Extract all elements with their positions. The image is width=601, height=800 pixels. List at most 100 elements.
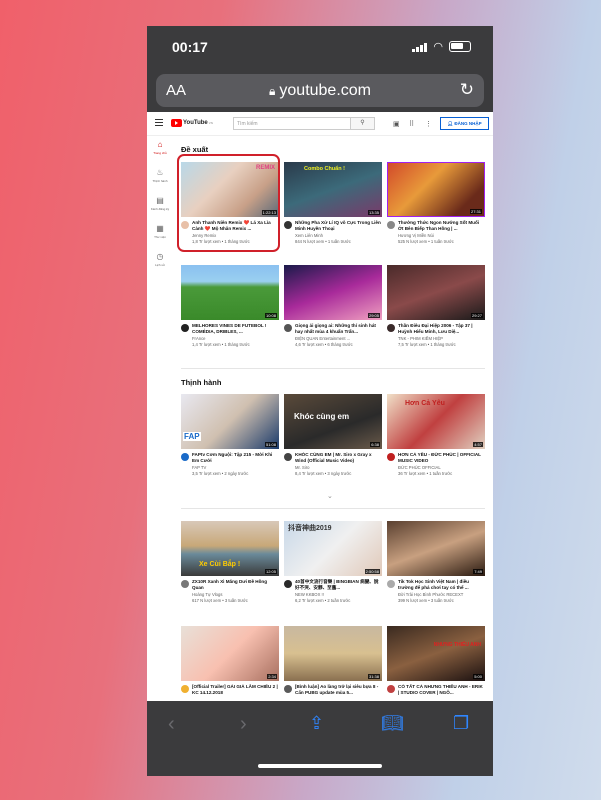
channel-avatar[interactable] — [387, 221, 395, 229]
back-icon[interactable]: ‹ — [168, 713, 175, 736]
video-title[interactable]: Tik Tok Học Sinh Việt Nam | điều trường … — [398, 579, 484, 591]
video-thumbnail[interactable]: NHƯNG THIẾU ANH 5:00 — [387, 626, 485, 681]
reload-icon[interactable]: ↻ — [460, 80, 474, 100]
video-duration: 29:05 — [367, 313, 380, 318]
sidebar-item-trending[interactable]: ♨ Thịnh hành — [147, 168, 173, 194]
channel-name[interactable]: ĐIỆN QUAN Entertainment ... — [295, 336, 381, 341]
url-display[interactable]: 🔒︎ youtube.com — [156, 82, 484, 100]
video-title[interactable]: CÓ TẤT CẢ NHƯNG THIẾU ANH - ERIK | STUDI… — [398, 684, 484, 696]
video-title[interactable]: 40首中文流行音樂 | BINGBIAN 病變、說好不哭、安靜、至舊... — [295, 579, 381, 591]
sidebar-item-home[interactable]: ⌂ Trang chủ — [147, 140, 173, 166]
video-duration: 7:49 — [473, 569, 483, 574]
search-button[interactable]: ⚲ — [351, 117, 375, 130]
channel-avatar[interactable] — [387, 685, 395, 693]
video-card[interactable]: Khóc cùng em 6:38 KHÓC CÙNG EM | Mr. Sir… — [284, 394, 382, 485]
sidebar-item-history[interactable]: ◷ Lịch sử — [147, 252, 173, 278]
channel-avatar[interactable] — [181, 580, 189, 588]
expand-chevron-icon[interactable]: ⌄ — [327, 492, 333, 500]
channel-avatar[interactable] — [387, 453, 395, 461]
video-duration: 10:08 — [264, 313, 277, 318]
video-card[interactable]: FAP 51:08 FAPtv Cơm Nguội: Tập 215 - Mời… — [181, 394, 279, 485]
channel-avatar[interactable] — [181, 453, 189, 461]
video-card[interactable]: 10:08 MELHORES VINES DE FUTEBOL ! COMÉDI… — [181, 265, 279, 356]
tabs-icon[interactable]: ❐ — [453, 713, 469, 734]
video-thumbnail[interactable]: Khóc cùng em 6:38 — [284, 394, 382, 449]
video-title[interactable]: FAPtv Cơm Nguội: Tập 215 - Mời Khi Em Cư… — [192, 452, 278, 464]
sidebar-item-subscriptions[interactable]: ▤ Kênh đăng ký — [147, 196, 173, 222]
video-title[interactable]: HƠN CẢ YÊU - ĐỨC PHÚC | OFFICIAL MUSIC V… — [398, 452, 484, 464]
video-thumbnail[interactable]: 抖音神曲2019 2:50:58 — [284, 521, 382, 576]
channel-name[interactable]: TNK - PHIM KIẾM HIỆP — [398, 336, 484, 341]
section-divider — [181, 508, 485, 509]
bookmarks-icon[interactable]: 📖︎ — [381, 713, 404, 734]
video-thumbnail[interactable]: 10:08 — [181, 265, 279, 320]
video-stats: 617 N lượt xem • 3 tuần trước — [192, 598, 248, 603]
youtube-logo[interactable]: YouTube VN — [171, 119, 213, 127]
video-thumbnail[interactable]: FAP 51:08 — [181, 394, 279, 449]
thumbnail-text: Hơn Cả Yêu — [405, 400, 445, 407]
share-icon[interactable]: ⇪ — [309, 713, 324, 734]
video-card[interactable]: Combo Chuẩn ! 13:35 Những Pha Xử Lí IQ v… — [284, 162, 382, 253]
video-thumbnail[interactable]: Xe Cùi Bắp ! 12:05 — [181, 521, 279, 576]
channel-name[interactable]: ĐỨC PHÚC OFFICIAL — [398, 465, 484, 470]
channel-avatar[interactable] — [284, 580, 292, 588]
video-title[interactable]: Thần Điêu Đại Hiệp 2006 - Tập 37 | Huỳnh… — [398, 323, 484, 335]
channel-name[interactable]: FAP TV — [192, 465, 278, 470]
channel-avatar[interactable] — [181, 685, 189, 693]
video-card[interactable]: 7:49 Tik Tok Học Sinh Việt Nam | điều tr… — [387, 521, 485, 612]
channel-name[interactable]: NEW KKBOX !! — [295, 592, 381, 597]
video-card[interactable]: Hơn Cả Yêu 4:57 HƠN CẢ YÊU - ĐỨC PHÚC | … — [387, 394, 485, 485]
video-thumbnail[interactable]: 27:31 — [387, 162, 485, 217]
video-title[interactable]: [Official Trailer] GÁI GIÀ LẮM CHIÊU 2 |… — [192, 684, 278, 696]
channel-avatar[interactable] — [181, 324, 189, 332]
channel-avatar[interactable] — [387, 580, 395, 588]
video-card[interactable]: 抖音神曲2019 2:50:58 40首中文流行音樂 | BINGBIAN 病變… — [284, 521, 382, 612]
home-indicator — [258, 764, 382, 768]
address-bar[interactable]: AA 🔒︎ youtube.com ↻ — [156, 74, 484, 107]
channel-name[interactable]: Đời Trải Học Bình Phước RECEXT — [398, 592, 484, 597]
channel-avatar[interactable] — [284, 453, 292, 461]
video-title[interactable]: ZX10R Xanh Xì Măng Dưi Đề Hồng Quan — [192, 579, 278, 591]
video-thumbnail[interactable]: 7:49 — [387, 521, 485, 576]
video-thumbnail[interactable]: 29:27 — [387, 265, 485, 320]
video-title[interactable]: KHÓC CÙNG EM | Mr. Siro x Gray x Wind (O… — [295, 452, 381, 464]
search-input[interactable]: Tìm kiếm — [233, 117, 351, 130]
video-thumbnail[interactable]: 31:38 — [284, 626, 382, 681]
channel-name[interactable]: Xem Liên Minh — [295, 233, 381, 238]
channel-name[interactable]: Mr. Siro — [295, 465, 381, 470]
video-thumbnail[interactable]: Hơn Cả Yêu 4:57 — [387, 394, 485, 449]
channel-avatar[interactable] — [387, 324, 395, 332]
video-meta: ZX10R Xanh Xì Măng Dưi Đề Hồng Quan Hoàn… — [181, 576, 279, 612]
video-stats: 36 Tr lượt xem • 1 tuần trước — [398, 471, 453, 476]
video-title[interactable]: [Bình luận] Ao làng trở lại siêu bựa 8 -… — [295, 684, 381, 696]
channel-name[interactable]: Hoàng Tự Vlogs — [192, 592, 278, 597]
apps-icon[interactable]: ⠿ — [409, 120, 414, 128]
video-thumbnail[interactable]: 2:34 — [181, 626, 279, 681]
video-title[interactable]: Giọng ải giọng ai: Những thí sinh hát ha… — [295, 323, 381, 335]
menu-icon[interactable] — [155, 119, 163, 128]
video-card[interactable]: 29:27 Thần Điêu Đại Hiệp 2006 - Tập 37 |… — [387, 265, 485, 356]
thumbnail-text: Xe Cùi Bắp ! — [199, 561, 241, 568]
video-card[interactable]: 27:31 Thưởng Thức Ngon Nướng Sốt Muối Ớt… — [387, 162, 485, 253]
video-meta: Giọng ải giọng ai: Những thí sinh hát ha… — [284, 320, 382, 356]
library-icon: ▦ — [156, 224, 164, 233]
sidebar-item-library[interactable]: ▦ Thư viện — [147, 224, 173, 250]
video-title[interactable]: Những Pha Xử Lí IQ vô Cực Trong Liên Min… — [295, 220, 381, 232]
video-thumbnail[interactable]: 29:05 — [284, 265, 382, 320]
video-title[interactable]: Thưởng Thức Ngon Nướng Sốt Muối Ớt Bên B… — [398, 220, 484, 232]
channel-avatar[interactable] — [284, 324, 292, 332]
video-title[interactable]: MELHORES VINES DE FUTEBOL ! COMÉDIA, DRI… — [192, 323, 278, 335]
video-meta: Những Pha Xử Lí IQ vô Cực Trong Liên Min… — [284, 217, 382, 253]
video-thumbnail[interactable]: Combo Chuẩn ! 13:35 — [284, 162, 382, 217]
video-card[interactable]: 29:05 Giọng ải giọng ai: Những thí sinh … — [284, 265, 382, 356]
channel-name[interactable]: Hương Vị Miền Núi — [398, 233, 484, 238]
channel-avatar[interactable] — [284, 221, 292, 229]
forward-icon[interactable]: › — [240, 713, 247, 736]
url-text: youtube.com — [279, 82, 371, 99]
channel-avatar[interactable] — [284, 685, 292, 693]
video-card[interactable]: Xe Cùi Bắp ! 12:05 ZX10R Xanh Xì Măng Dư… — [181, 521, 279, 612]
signin-button[interactable]: 👤︎ ĐĂNG NHẬP — [440, 117, 489, 130]
settings-icon[interactable]: ⋮ — [425, 120, 432, 128]
create-video-icon[interactable]: ▣ — [393, 120, 400, 128]
channel-name[interactable]: FrAnce — [192, 336, 278, 341]
